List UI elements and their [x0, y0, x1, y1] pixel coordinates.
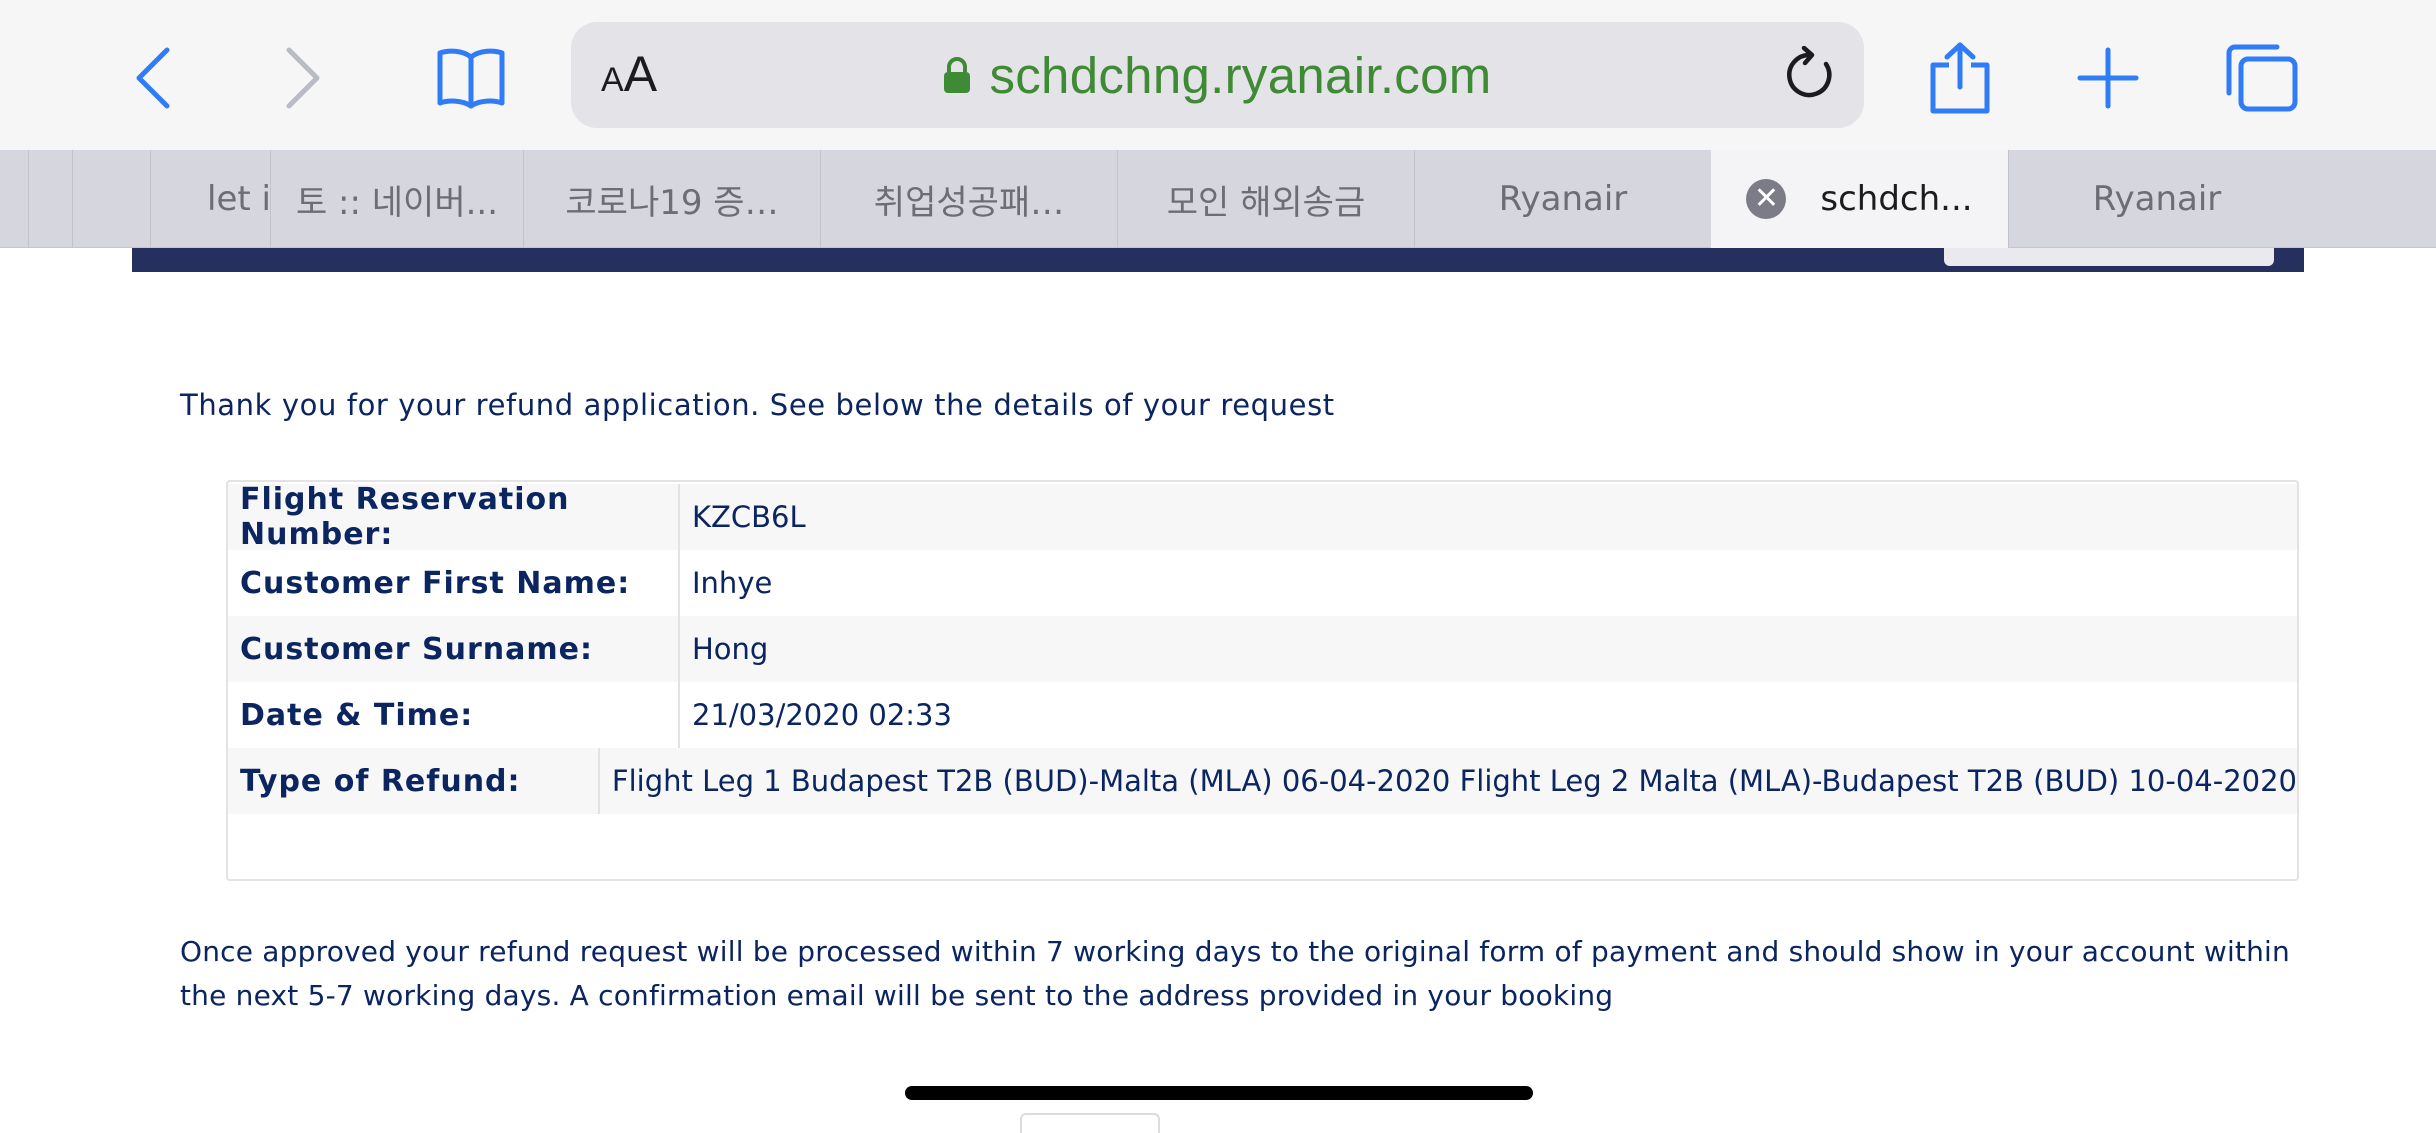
tab-label: Ryanair: [1498, 179, 1628, 219]
row-value: 21/03/2020 02:33: [692, 698, 952, 732]
forward-icon: [286, 47, 320, 109]
tab-bar: let i 토 :: 네이버... 코로나19 증… 취업성공패… 모인 해외송…: [0, 150, 2436, 248]
new-tab-icon: [2077, 47, 2139, 109]
tab-label: schdch...: [1820, 179, 1973, 219]
home-indicator[interactable]: [905, 1086, 1533, 1100]
refund-details-table: Flight Reservation Number: KZCB6L Custom…: [226, 480, 2299, 881]
tab-item[interactable]: let i: [150, 150, 270, 248]
bookmarks-icon: [437, 48, 505, 109]
tab-item[interactable]: 취업성공패…: [820, 150, 1117, 248]
new-tab-button[interactable]: [2058, 28, 2158, 128]
header-tab-fragment: [1944, 248, 2274, 266]
reload-icon[interactable]: [1782, 46, 1838, 104]
table-row: Customer First Name: Inhye: [228, 550, 2297, 616]
tab-item[interactable]: 코로나19 증…: [523, 150, 820, 248]
row-value: Inhye: [692, 566, 773, 600]
tab-item-active[interactable]: ✕ schdch...: [1711, 150, 2008, 248]
share-button[interactable]: [1910, 28, 2010, 128]
tab-collapsed[interactable]: [72, 150, 150, 248]
tab-label: 코로나19 증…: [565, 182, 779, 223]
tab-label: 토 :: 네이버...: [295, 182, 499, 223]
tab-item[interactable]: Ryanair: [1414, 150, 1711, 248]
table-row: Date & Time: 21/03/2020 02:33: [228, 682, 2297, 748]
tab-item[interactable]: Ryanair: [2008, 150, 2305, 248]
tabs-overview-button[interactable]: [2212, 28, 2312, 128]
lock-icon: [944, 57, 971, 93]
tab-label: let i: [207, 179, 270, 219]
address-bar[interactable]: AA schdchng.ryanair.com: [571, 22, 1864, 128]
processing-note: Once approved your refund request will b…: [180, 935, 2290, 1012]
bookmarks-button[interactable]: [421, 28, 521, 128]
share-icon: [1930, 42, 1990, 114]
intro-text: Thank you for your refund application. S…: [180, 388, 1335, 422]
row-label: Date & Time:: [228, 682, 680, 748]
tab-close-icon[interactable]: ✕: [1746, 179, 1787, 219]
tab-item[interactable]: 토 :: 네이버...: [270, 150, 523, 248]
tab-label: Ryanair: [2092, 179, 2222, 219]
site-header-bar: [132, 248, 2304, 272]
url-text: schdchng.ryanair.com: [989, 46, 1492, 104]
table-row: Flight Reservation Number: KZCB6L: [228, 482, 2297, 552]
tabs-overview-icon: [2226, 44, 2298, 112]
row-label: Customer Surname:: [228, 616, 680, 682]
row-value: KZCB6L: [692, 500, 806, 534]
row-label: Flight Reservation Number:: [228, 482, 680, 552]
row-value: Hong: [692, 632, 769, 666]
back-button[interactable]: [103, 28, 203, 128]
row-label: Type of Refund:: [228, 748, 600, 814]
tab-item[interactable]: 모인 해외송금: [1117, 150, 1414, 248]
forward-button[interactable]: [253, 28, 353, 128]
browser-toolbar: AA schdchng.ryanair.com: [0, 0, 2436, 150]
tab-label: 취업성공패…: [873, 182, 1065, 223]
back-icon: [136, 47, 170, 109]
table-row: Type of Refund: Flight Leg 1 Budapest T2…: [228, 748, 2297, 814]
row-value: Flight Leg 1 Budapest T2B (BUD)-Malta (M…: [611, 764, 2297, 798]
table-row: Customer Surname: Hong: [228, 616, 2297, 682]
tab-label: 모인 해외송금: [1166, 182, 1366, 223]
row-label: Customer First Name:: [228, 550, 680, 616]
tab-collapsed[interactable]: [28, 150, 72, 248]
page-bottom-fragment: [1020, 1113, 1160, 1133]
